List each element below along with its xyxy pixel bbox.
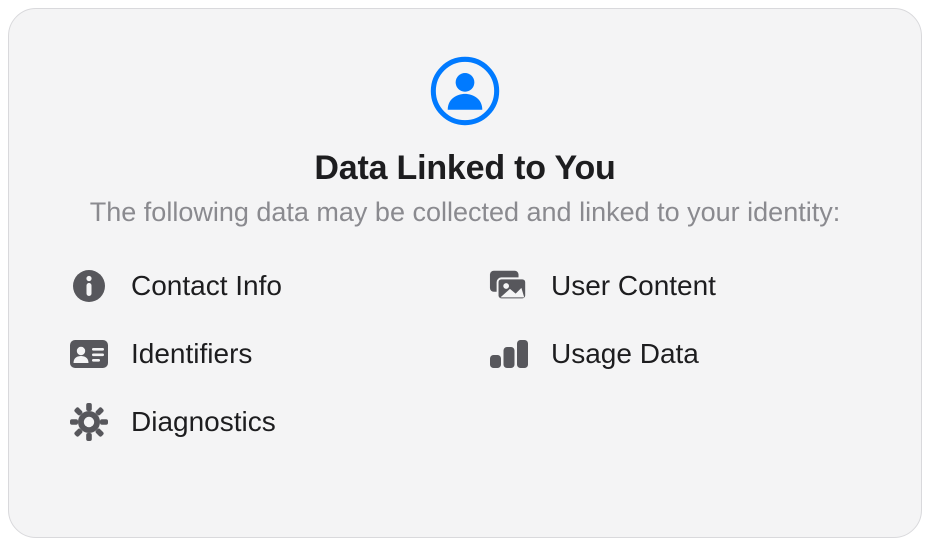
- item-usage-data: Usage Data: [485, 334, 865, 374]
- item-user-content: User Content: [485, 266, 865, 306]
- item-label: Identifiers: [131, 338, 252, 370]
- item-label: Usage Data: [551, 338, 699, 370]
- gear-icon: [69, 402, 109, 442]
- photos-stack-icon: [489, 266, 529, 306]
- info-circle-icon: [69, 266, 109, 306]
- item-label: Diagnostics: [131, 406, 276, 438]
- privacy-card: Data Linked to You The following data ma…: [8, 8, 922, 538]
- item-label: User Content: [551, 270, 716, 302]
- item-contact-info: Contact Info: [65, 266, 445, 306]
- card-title: Data Linked to You: [314, 149, 615, 188]
- bar-chart-icon: [489, 334, 529, 374]
- item-identifiers: Identifiers: [65, 334, 445, 374]
- item-diagnostics: Diagnostics: [65, 402, 445, 442]
- data-type-grid: Contact Info User Content: [65, 266, 865, 442]
- card-subtitle: The following data may be collected and …: [90, 194, 840, 230]
- id-card-icon: [69, 334, 109, 374]
- person-circle-icon: [425, 51, 505, 131]
- item-label: Contact Info: [131, 270, 282, 302]
